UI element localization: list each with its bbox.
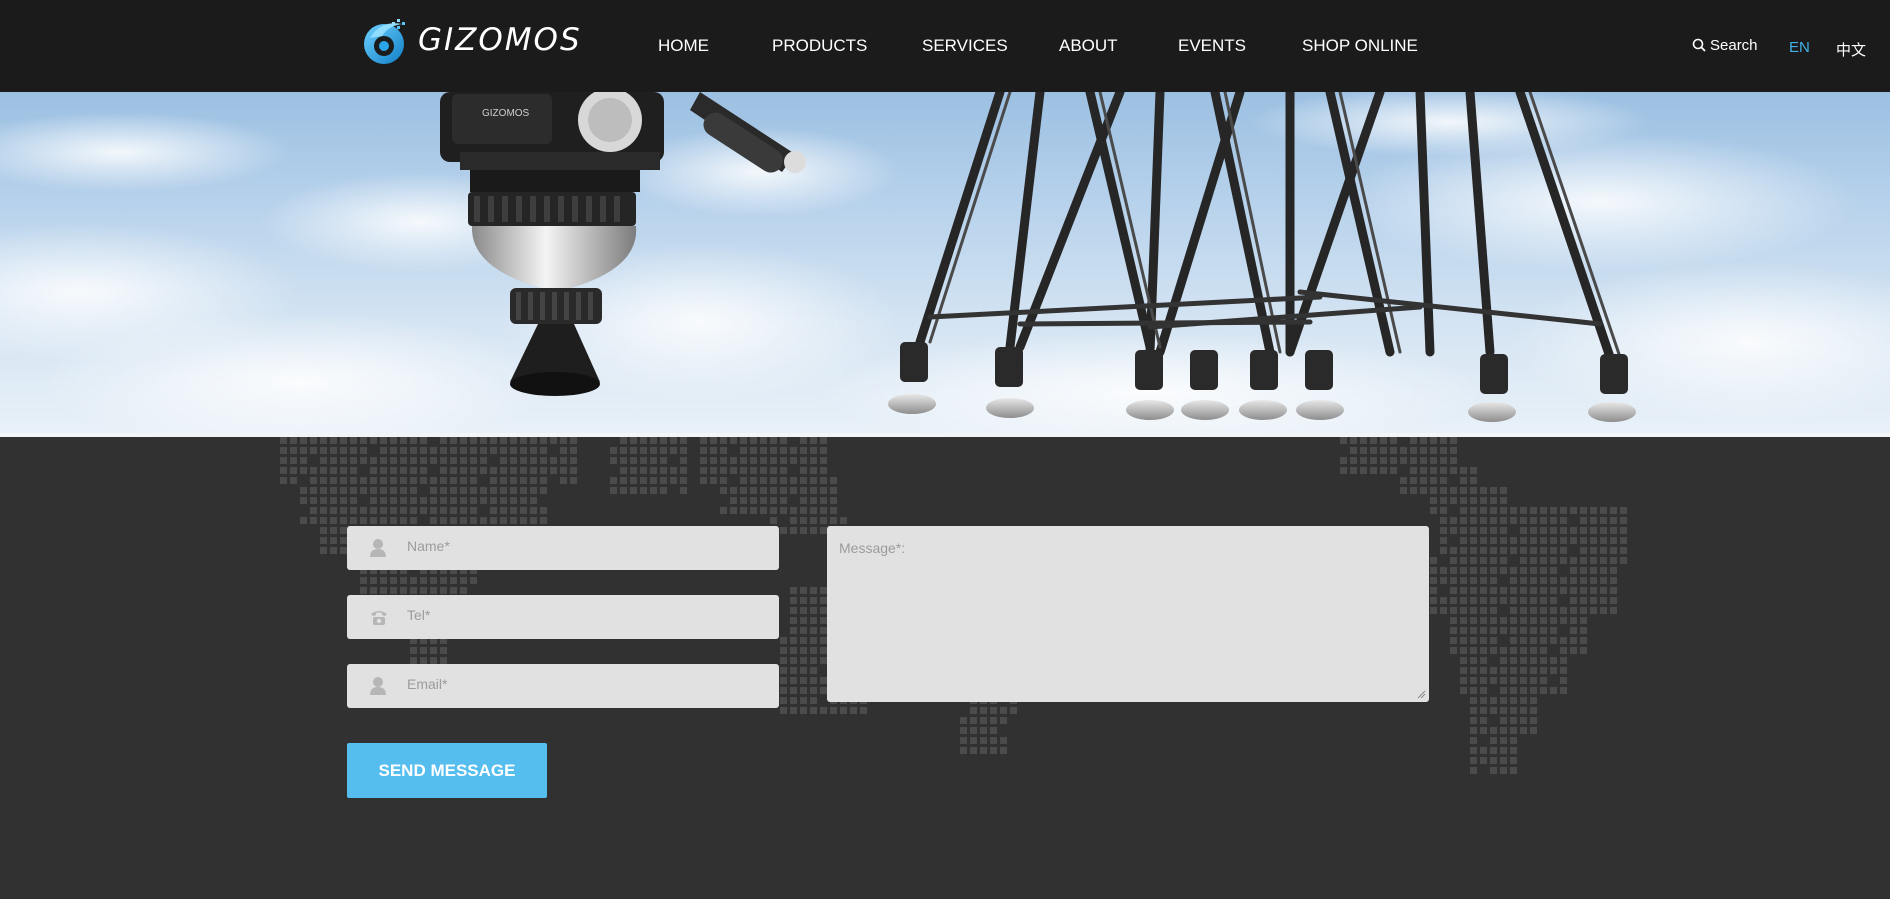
head-brand-label: GIZOMOS: [482, 108, 530, 119]
nav-services[interactable]: SERVICES: [922, 36, 1008, 56]
top-navigation-bar: GIZOMOS HOME PRODUCTS SERVICES ABOUT EVE…: [0, 0, 1890, 92]
lang-cn-link[interactable]: 中文: [1836, 39, 1866, 60]
nav-home[interactable]: HOME: [658, 36, 709, 56]
hero-banner: GIZOMOS: [0, 92, 1890, 434]
brand-logo[interactable]: GIZOMOS: [362, 18, 592, 66]
name-placeholder: Name*: [407, 538, 450, 554]
brand-name: GIZOMOS: [418, 22, 582, 58]
logo-swirl-icon: [364, 19, 405, 64]
search-button[interactable]: Search: [1692, 37, 1758, 54]
nav-products[interactable]: PRODUCTS: [772, 36, 867, 56]
contact-section: Name* Tel* Email* Message*: SEND MESSAGE: [0, 437, 1890, 899]
nav-events[interactable]: EVENTS: [1178, 36, 1246, 56]
phone-icon: [371, 611, 387, 625]
search-icon: [1692, 38, 1706, 52]
email-placeholder: Email*: [407, 676, 448, 692]
resize-handle-icon[interactable]: [1416, 689, 1426, 699]
hero-image: GIZOMOS: [0, 92, 1890, 434]
message-textarea[interactable]: Message*:: [827, 526, 1429, 702]
user-icon: [370, 539, 386, 557]
tel-placeholder: Tel*: [407, 607, 431, 623]
email-field[interactable]: Email*: [347, 664, 779, 708]
name-field[interactable]: Name*: [347, 526, 779, 570]
nav-about[interactable]: ABOUT: [1059, 36, 1118, 56]
lang-en-link[interactable]: EN: [1789, 39, 1810, 56]
message-placeholder: Message*:: [839, 540, 906, 556]
send-message-button[interactable]: SEND MESSAGE: [347, 743, 547, 798]
search-label: Search: [1710, 37, 1758, 54]
tel-field[interactable]: Tel*: [347, 595, 779, 639]
user-icon: [370, 677, 386, 695]
nav-shop-online[interactable]: SHOP ONLINE: [1302, 36, 1418, 56]
